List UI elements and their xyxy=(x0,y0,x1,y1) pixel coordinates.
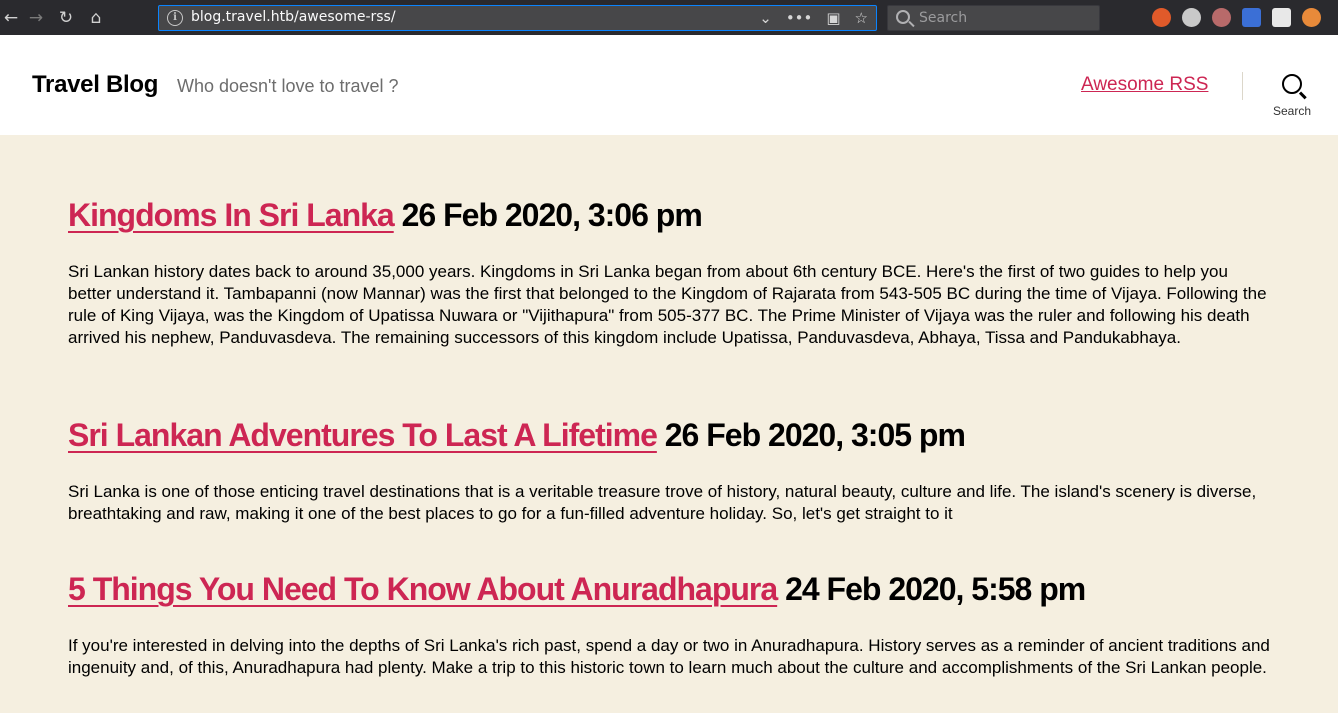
extension-icon[interactable] xyxy=(1272,8,1291,27)
post-date: 24 Feb 2020, 5:58 pm xyxy=(785,571,1086,607)
pocket-icon[interactable]: ▣ xyxy=(826,8,840,28)
post-heading: 5 Things You Need To Know About Anuradha… xyxy=(68,569,1278,609)
extension-icon[interactable] xyxy=(1302,8,1321,27)
browser-search-placeholder: Search xyxy=(919,10,968,26)
url-bar[interactable]: i blog.travel.htb/awesome-rss/ ⌄ ••• ▣ ☆ xyxy=(158,5,877,31)
site-title[interactable]: Travel Blog xyxy=(32,71,158,99)
url-text[interactable]: blog.travel.htb/awesome-rss/ xyxy=(191,9,396,25)
post-title-link[interactable]: Kingdoms In Sri Lanka xyxy=(68,197,395,233)
post-heading: Kingdoms In Sri Lanka 26 Feb 2020, 3:06 … xyxy=(68,195,1278,235)
chevron-down-icon[interactable]: ⌄ xyxy=(759,8,772,28)
post-title-link[interactable]: Sri Lankan Adventures To Last A Lifetime xyxy=(68,417,658,453)
page-actions-icon[interactable]: ••• xyxy=(786,8,813,28)
post-heading: Sri Lankan Adventures To Last A Lifetime… xyxy=(68,415,1278,455)
search-toggle-button[interactable]: Search xyxy=(1270,73,1318,121)
menu-item-awesome-rss[interactable]: Awesome RSS xyxy=(1081,74,1208,96)
search-icon xyxy=(896,10,910,24)
extension-icons xyxy=(1152,8,1321,27)
extension-icon[interactable] xyxy=(1212,8,1231,27)
forward-arrow-icon[interactable]: → xyxy=(25,7,47,29)
post-date: 26 Feb 2020, 3:05 pm xyxy=(664,417,966,453)
cookie-icon[interactable] xyxy=(1182,8,1201,27)
search-icon xyxy=(1282,74,1302,94)
extension-icon[interactable] xyxy=(1152,8,1171,27)
translate-icon[interactable] xyxy=(1242,8,1261,27)
post-item: Kingdoms In Sri Lanka 26 Feb 2020, 3:06 … xyxy=(68,195,1278,349)
browser-search-bar[interactable]: Search xyxy=(887,5,1100,31)
reload-icon[interactable]: ↻ xyxy=(55,7,77,29)
post-item: Sri Lankan Adventures To Last A Lifetime… xyxy=(68,415,1278,525)
home-icon[interactable]: ⌂ xyxy=(85,7,107,29)
search-toggle-label: Search xyxy=(1273,104,1312,118)
post-excerpt: If you're interested in delving into the… xyxy=(68,636,1270,677)
browser-toolbar: ← → ↻ ⌂ i blog.travel.htb/awesome-rss/ ⌄… xyxy=(0,0,1338,35)
bookmark-star-icon[interactable]: ☆ xyxy=(855,8,868,28)
post-excerpt: Sri Lankan history dates back to around … xyxy=(68,262,1267,347)
site-info-icon[interactable]: i xyxy=(167,10,183,26)
back-arrow-icon[interactable]: ← xyxy=(0,7,22,29)
site-header: Travel Blog Who doesn't love to travel ?… xyxy=(0,35,1338,135)
post-title-link[interactable]: 5 Things You Need To Know About Anuradha… xyxy=(68,571,778,607)
post-date: 26 Feb 2020, 3:06 pm xyxy=(401,197,703,233)
post-item: 5 Things You Need To Know About Anuradha… xyxy=(68,569,1278,679)
site-tagline: Who doesn't love to travel ? xyxy=(177,76,399,96)
post-excerpt: Sri Lanka is one of those enticing trave… xyxy=(68,482,1257,523)
header-divider xyxy=(1242,72,1243,100)
